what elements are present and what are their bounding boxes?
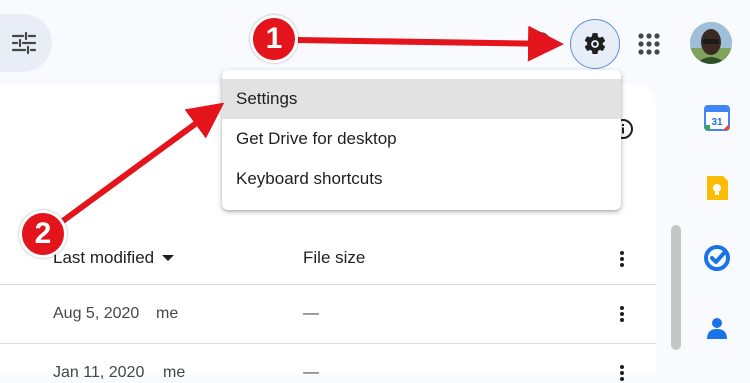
row-modified-by: me: [163, 364, 186, 381]
row-modified-date: Jan 11, 2020: [53, 364, 145, 381]
settings-button[interactable]: [570, 19, 620, 69]
menu-item-keyboard-shortcuts[interactable]: Keyboard shortcuts: [222, 159, 621, 199]
row-modified-date: Aug 5, 2020: [53, 305, 140, 322]
row-more-actions-icon[interactable]: [612, 304, 632, 324]
row-file-size: —: [303, 364, 319, 381]
scrollbar-thumb[interactable]: [671, 225, 681, 350]
avatar[interactable]: [690, 22, 732, 64]
calendar-icon[interactable]: 31: [702, 103, 732, 133]
annotation-arrow-1: [295, 25, 564, 62]
svg-text:31: 31: [711, 117, 723, 128]
keep-icon[interactable]: [702, 173, 732, 203]
column-header-last-modified[interactable]: Last modified: [53, 248, 175, 268]
callout-number: 2: [34, 217, 52, 250]
sort-desc-icon: [162, 255, 175, 261]
settings-menu: Settings Get Drive for desktop Keyboard …: [222, 70, 621, 210]
menu-item-settings[interactable]: Settings: [222, 79, 621, 119]
row-more-actions-icon[interactable]: [612, 363, 632, 383]
row-modified-by: me: [156, 305, 179, 322]
column-label: File size: [303, 248, 366, 267]
apps-grid-icon: [638, 33, 660, 55]
settings-gear-icon: [584, 33, 606, 55]
annotation-callout-2: 2: [19, 210, 67, 258]
filter-icon: [11, 32, 37, 54]
menu-item-label: Keyboard shortcuts: [236, 169, 383, 188]
column-label: Last modified: [53, 248, 155, 267]
contacts-icon[interactable]: [702, 313, 732, 343]
row-file-size: —: [303, 305, 319, 322]
filter-button[interactable]: [0, 14, 52, 72]
tasks-icon[interactable]: [702, 243, 732, 273]
column-options-icon[interactable]: [612, 249, 632, 269]
menu-item-label: Settings: [236, 89, 298, 108]
annotation-callout-1: 1: [250, 15, 298, 63]
column-header-file-size[interactable]: File size: [303, 248, 365, 268]
menu-item-get-drive-for-desktop[interactable]: Get Drive for desktop: [222, 119, 621, 159]
menu-item-label: Get Drive for desktop: [236, 129, 397, 148]
help-icon[interactable]: [528, 31, 552, 55]
callout-number: 1: [265, 22, 283, 55]
apps-button[interactable]: [636, 31, 662, 57]
